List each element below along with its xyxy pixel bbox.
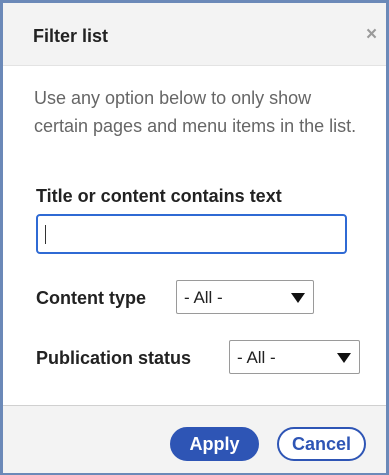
text-cursor bbox=[45, 225, 46, 244]
publication-status-label: Publication status bbox=[36, 348, 192, 368]
close-icon[interactable]: × bbox=[366, 25, 377, 44]
publication-status-value: - All - bbox=[237, 348, 276, 367]
filter-description: Use any option below to only show certai… bbox=[34, 88, 357, 136]
dialog-title: Filter list bbox=[33, 26, 109, 46]
text-filter-input[interactable] bbox=[36, 214, 347, 254]
apply-button[interactable]: Apply bbox=[170, 427, 259, 461]
dropdown-arrow-icon bbox=[337, 353, 351, 363]
publication-status-select[interactable]: - All - bbox=[229, 340, 360, 374]
cancel-button[interactable]: Cancel bbox=[277, 427, 366, 461]
dialog-footer: Apply Cancel bbox=[3, 405, 386, 473]
content-type-label: Content type bbox=[36, 288, 146, 308]
content-type-select[interactable]: - All - bbox=[176, 280, 314, 314]
text-filter-label: Title or content contains text bbox=[36, 186, 282, 206]
filter-list-dialog: Filter list × Use any option below to on… bbox=[0, 0, 389, 475]
dialog-titlebar: Filter list × bbox=[3, 3, 386, 66]
content-type-value: - All - bbox=[184, 288, 223, 307]
dropdown-arrow-icon bbox=[291, 293, 305, 303]
